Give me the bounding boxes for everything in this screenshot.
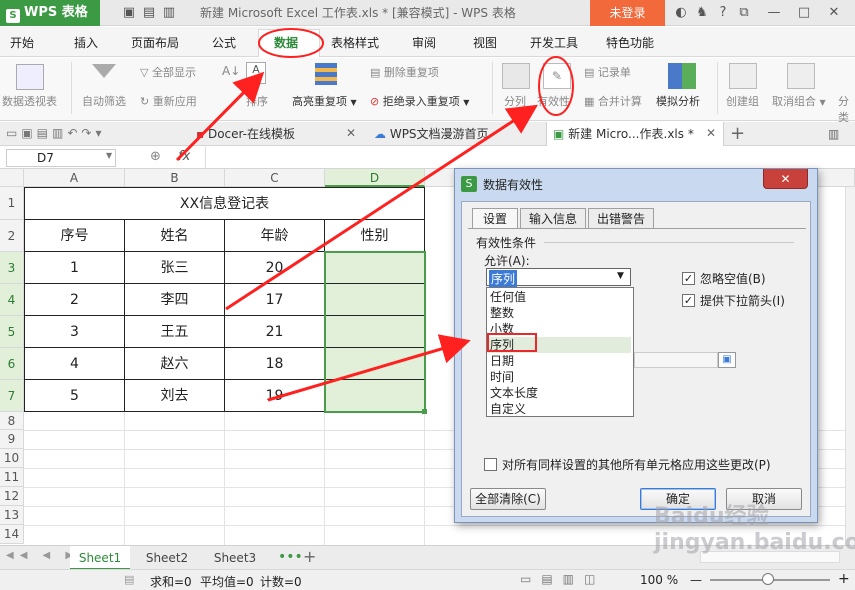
- annotation-arrow-validity: [225, 104, 539, 311]
- baidu-watermark: Baidu经验 jingyan.baidu.com: [654, 504, 855, 555]
- annotation-circle-data-menu: [258, 28, 324, 58]
- annotation-arrow-data: [175, 71, 265, 162]
- annotation-arrow-sequence: [267, 334, 471, 402]
- annotation-circle-validity: [538, 56, 574, 116]
